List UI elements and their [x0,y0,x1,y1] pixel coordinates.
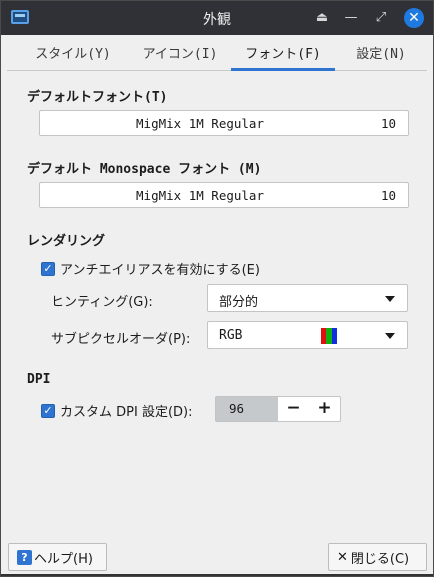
antialias-checkbox-row[interactable]: ✓ アンチエイリアスを有効にする(E) [41,259,260,278]
close-window-icon[interactable]: ✕ [404,8,424,28]
shade-icon[interactable]: ⏏ [312,8,332,28]
custom-dpi-checkbox-row[interactable]: ✓ カスタム DPI 設定(D): [41,401,192,420]
help-label: ヘルプ(H) [34,551,93,567]
close-label: 閉じる(C) [350,551,410,567]
dpi-heading: DPI [27,372,51,387]
dpi-value[interactable]: 96 [216,397,278,421]
default-font-size: 10 [380,116,396,131]
tab-bar: スタイル(Y) アイコン(I) フォント(F) 設定(N) [7,41,427,71]
maximize-icon[interactable]: ⤢ [371,8,391,28]
mono-font-button[interactable]: MigMix 1M Regular 10 [39,182,409,208]
rendering-heading: レンダリング [27,234,106,249]
window-title: 外観 [203,12,231,28]
chevron-down-icon [385,296,395,302]
subpixel-select[interactable]: RGB [207,321,408,349]
subpixel-value: RGB [219,328,243,343]
mono-font-size: 10 [380,188,396,203]
tab-fonts[interactable]: フォント(F) [231,41,335,71]
mono-font-name: MigMix 1M Regular [136,188,264,203]
rgb-order-icon [321,328,337,344]
appearance-window: 外観 ⏏ — ⤢ ✕ スタイル(Y) アイコン(I) フォント(F) 設定(N)… [0,0,434,577]
tab-icons[interactable]: アイコン(I) [131,41,229,71]
default-font-heading: デフォルトフォント(T) [27,90,168,105]
default-font-button[interactable]: MigMix 1M Regular 10 [39,110,409,136]
antialias-checkbox[interactable]: ✓ [41,261,55,276]
dpi-spinbutton[interactable]: 96 − + [215,396,341,422]
hinting-select[interactable]: 部分的 [207,284,408,312]
help-button[interactable]: ? ヘルプ(H) [8,543,107,571]
dpi-increase-button[interactable]: + [309,397,340,421]
fonts-panel: デフォルトフォント(T) MigMix 1M Regular 10 デフォルト … [15,72,421,534]
antialias-label: アンチエイリアスを有効にする(E) [60,263,260,278]
help-icon: ? [17,549,32,565]
default-font-name: MigMix 1M Regular [136,116,264,131]
mono-font-heading: デフォルト Monospace フォント (M) [27,162,262,177]
titlebar: 外観 ⏏ — ⤢ ✕ [1,1,433,35]
minimize-icon[interactable]: — [341,8,361,28]
custom-dpi-label: カスタム DPI 設定(D): [60,405,193,420]
tab-settings[interactable]: 設定(N) [341,41,421,71]
subpixel-label: サブピクセルオーダ(P): [51,332,191,347]
close-button[interactable]: ✕ 閉じる(C) [328,543,427,571]
tab-style[interactable]: スタイル(Y) [25,41,121,71]
window-bottom-edge [1,574,433,576]
custom-dpi-checkbox[interactable]: ✓ [41,403,55,418]
hinting-label: ヒンティング(G): [51,295,153,310]
close-icon: ✕ [337,549,348,565]
hinting-value: 部分的 [219,295,259,310]
dpi-decrease-button[interactable]: − [278,397,309,421]
chevron-down-icon [385,333,395,339]
